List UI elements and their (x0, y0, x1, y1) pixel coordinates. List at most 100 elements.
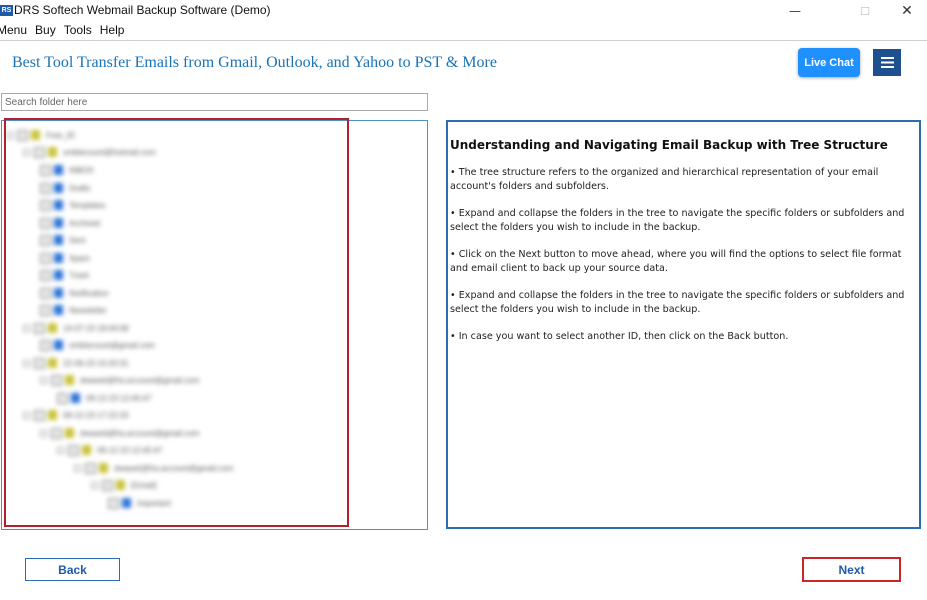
folder-icon (116, 480, 125, 490)
tree-row[interactable]: 22-06-23 15:33:31 (23, 356, 128, 370)
tree-checkbox[interactable] (40, 304, 51, 316)
tree-row[interactable]: Notification (40, 286, 109, 300)
expand-toggle-icon[interactable] (23, 411, 30, 419)
tree-label: 22-06-23 15:33:31 (63, 358, 129, 368)
tree-row[interactable]: dwaseti@fra.account@gmail.com (40, 426, 199, 440)
expand-toggle-icon[interactable] (23, 148, 30, 156)
file-icon (54, 288, 63, 298)
search-folder-input[interactable] (1, 93, 428, 111)
tree-checkbox[interactable] (108, 497, 119, 509)
tree-row[interactable]: Newsletter (40, 303, 107, 317)
tree-checkbox[interactable] (40, 269, 51, 281)
tree-row[interactable]: INBOX (40, 163, 94, 177)
tree-checkbox[interactable] (51, 374, 62, 386)
tree-label: Trash (69, 270, 90, 280)
expand-toggle-icon[interactable] (74, 464, 81, 472)
expand-toggle-icon[interactable] (91, 481, 98, 489)
minimize-button[interactable]: — (772, 0, 818, 22)
tree-label: 09-12-23 12:45:47 (97, 445, 163, 455)
tree-checkbox[interactable] (51, 427, 62, 439)
folder-icon (65, 375, 74, 385)
tree-label: dwaseti@fra.account@gmail.com (80, 428, 200, 438)
folder-tree: Free_ID smbtecount@hotmail.com INBOX Drafts… (6, 125, 336, 520)
tree-checkbox[interactable] (40, 234, 51, 246)
close-button[interactable]: ✕ (884, 0, 927, 22)
tree-row[interactable]: smbtecount@hotmail.com (23, 145, 156, 159)
tree-checkbox[interactable] (68, 444, 79, 456)
tree-checkbox[interactable] (34, 322, 45, 334)
tree-label: 09-12-23 12:45:47 (86, 393, 152, 403)
file-icon (54, 183, 63, 193)
tree-row[interactable]: Trash (40, 268, 89, 282)
app-logo-icon: RS (0, 5, 13, 16)
title-bar: RS DRS Softech Webmail Backup Software (… (0, 0, 927, 22)
tree-checkbox[interactable] (34, 146, 45, 158)
expand-toggle-icon[interactable] (23, 324, 30, 332)
menu-item-menu[interactable]: Menu (0, 23, 27, 39)
live-chat-button[interactable]: Live Chat (798, 48, 860, 77)
expand-toggle-icon[interactable] (40, 429, 47, 437)
tree-row[interactable]: Templates (40, 198, 105, 212)
tree-row[interactable]: 09-12-23 17:22:33 (23, 408, 128, 422)
back-button[interactable]: Back (25, 558, 120, 581)
tree-row[interactable]: Important (108, 496, 171, 510)
tree-checkbox[interactable] (17, 129, 28, 141)
expand-toggle-icon[interactable] (57, 446, 64, 454)
tree-row[interactable]: dwaseti@fra.account@gmail.com (74, 461, 233, 475)
tree-label: Sent (69, 235, 86, 245)
tree-label: Templates (69, 200, 106, 210)
file-icon (54, 305, 63, 315)
tree-row[interactable]: Spam (40, 251, 90, 265)
tree-row[interactable]: 14-07-23 18:44:08 (23, 321, 128, 335)
tree-row[interactable]: Archived (40, 216, 100, 230)
tree-checkbox[interactable] (40, 287, 51, 299)
tree-checkbox[interactable] (40, 182, 51, 194)
info-point: • Expand and collapse the folders in the… (450, 290, 905, 315)
expand-toggle-icon[interactable] (23, 359, 30, 367)
info-title: Understanding and Navigating Email Backu… (450, 138, 888, 152)
info-point: • The tree structure refers to the organ… (450, 167, 879, 192)
tree-checkbox[interactable] (40, 252, 51, 264)
expand-toggle-icon[interactable] (40, 376, 47, 384)
tree-checkbox[interactable] (57, 392, 68, 404)
hamburger-icon (880, 57, 894, 68)
tree-label: Important (137, 498, 171, 508)
info-point: • Click on the Next button to move ahead… (450, 249, 902, 274)
tree-checkbox[interactable] (40, 339, 51, 351)
next-button[interactable]: Next (802, 557, 901, 582)
tree-checkbox[interactable] (40, 217, 51, 229)
tree-row[interactable]: dwaseti@fra.account@gmail.com (40, 373, 199, 387)
file-icon (54, 340, 63, 350)
expand-toggle-icon[interactable] (6, 131, 13, 139)
menu-item-buy[interactable]: Buy (35, 23, 56, 39)
tree-label: 09-12-23 17:22:33 (63, 410, 129, 420)
tree-label: Spam (69, 253, 90, 263)
maximize-button[interactable]: ☐ (842, 0, 888, 22)
tree-row[interactable]: Sent (40, 233, 85, 247)
folder-tree-panel: Free_ID smbtecount@hotmail.com INBOX Drafts… (1, 120, 428, 530)
window-title: DRS Softech Webmail Backup Software (Dem… (14, 3, 271, 17)
tree-checkbox[interactable] (102, 479, 113, 491)
file-icon (54, 270, 63, 280)
menu-item-help[interactable]: Help (100, 23, 125, 39)
tree-row[interactable]: [Gmail] (91, 478, 156, 492)
menu-item-tools[interactable]: Tools (64, 23, 92, 39)
tree-checkbox[interactable] (40, 164, 51, 176)
tree-row[interactable]: Drafts (40, 181, 90, 195)
file-icon (54, 200, 63, 210)
tree-row[interactable]: Free_ID (6, 128, 75, 142)
tree-checkbox[interactable] (40, 199, 51, 211)
tree-checkbox[interactable] (34, 409, 45, 421)
tree-checkbox[interactable] (34, 357, 45, 369)
tree-label: smbtecount@hotmail.com (63, 147, 156, 157)
tree-row[interactable]: 09-12-23 12:45:47 (57, 391, 151, 405)
hamburger-menu-button[interactable] (873, 49, 901, 76)
tree-row[interactable]: 09-12-23 12:45:47 (57, 443, 162, 457)
folder-icon (82, 445, 91, 455)
file-icon (71, 393, 80, 403)
tree-row[interactable]: smbtecount@gmail.com (40, 338, 155, 352)
page-headline: Best Tool Transfer Emails from Gmail, Ou… (12, 54, 497, 71)
folder-icon (48, 323, 57, 333)
tree-checkbox[interactable] (85, 462, 96, 474)
menu-divider (0, 40, 927, 41)
